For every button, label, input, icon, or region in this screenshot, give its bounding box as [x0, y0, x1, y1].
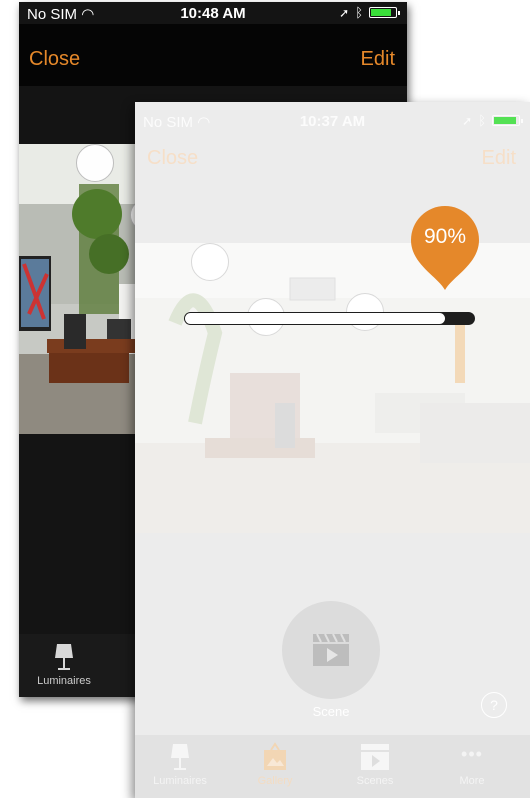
battery-icon	[492, 115, 523, 126]
tab-luminaires[interactable]: Luminaires	[29, 642, 99, 687]
bluetooth-icon: ᛒ	[478, 113, 486, 128]
scene-button[interactable]	[282, 601, 380, 699]
nav-bar: Close Edit	[135, 132, 530, 184]
dimmer-slider[interactable]	[184, 312, 475, 325]
clapperboard-icon	[313, 633, 349, 666]
dimmer-value-label: 90%	[423, 225, 467, 248]
tab-label: Luminaires	[153, 775, 207, 787]
status-right: ➚ ᛒ	[462, 113, 523, 128]
more-icon: •••	[461, 744, 483, 764]
front-phone-screen: No SIM ◠ 10:37 AM ➚ ᛒ Close Edit 90% Sce…	[135, 102, 530, 798]
tab-label: More	[459, 775, 485, 787]
tab-luminaires[interactable]: Luminaires	[145, 742, 215, 787]
gallery-icon	[264, 742, 286, 770]
status-right: ➚ ᛒ	[339, 5, 400, 20]
tab-bar: Luminaires Gallery Scenes ••• More	[135, 735, 530, 798]
tab-gallery[interactable]: Gallery	[240, 742, 310, 787]
nav-bar: Close Edit	[19, 24, 407, 86]
tab-more[interactable]: ••• More	[437, 742, 507, 787]
lamp-icon	[171, 744, 189, 770]
light-marker[interactable]	[76, 144, 114, 182]
edit-button[interactable]: Edit	[361, 48, 395, 71]
scene-label: Scene	[312, 704, 350, 719]
lamp-icon	[55, 644, 73, 670]
tab-scenes[interactable]: Scenes	[340, 742, 410, 787]
tab-label: Gallery	[257, 775, 293, 787]
tab-label: Scenes	[356, 775, 394, 787]
question-icon[interactable]: ?	[481, 692, 507, 718]
edit-button[interactable]: Edit	[482, 147, 516, 170]
battery-icon	[369, 7, 400, 18]
dimmer-value-badge: 90%	[409, 206, 481, 292]
dimmer-fill	[185, 313, 445, 324]
bluetooth-icon: ᛒ	[355, 5, 363, 20]
location-icon: ➚	[339, 5, 350, 20]
close-button[interactable]: Close	[29, 48, 80, 71]
tab-label: Luminaires	[37, 675, 91, 687]
status-bar: No SIM ◠ 10:48 AM ➚ ᛒ	[19, 2, 407, 24]
status-bar: No SIM ◠ 10:37 AM ➚ ᛒ	[135, 110, 530, 132]
location-icon: ➚	[462, 113, 473, 128]
clapperboard-icon	[361, 744, 389, 770]
close-button[interactable]: Close	[147, 147, 198, 170]
light-marker[interactable]	[191, 243, 229, 281]
